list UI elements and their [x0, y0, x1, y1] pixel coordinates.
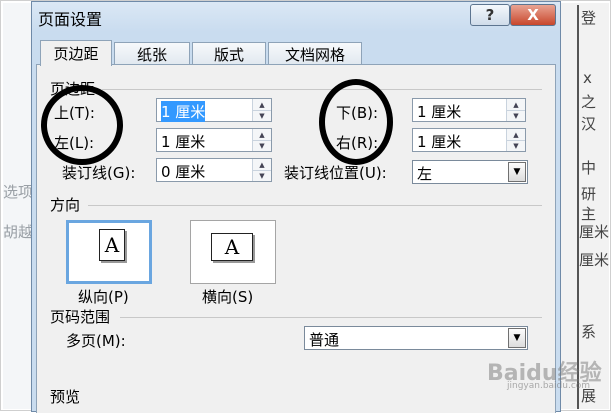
annotation-circle: [41, 85, 123, 165]
multiple-pages-select[interactable]: 普通 ▼: [304, 326, 528, 350]
spin-down-icon[interactable]: ▼: [253, 140, 271, 151]
right-margin-spinner[interactable]: 1 厘米 ▲ ▼: [412, 128, 526, 152]
landscape-label: 横向(S): [202, 288, 254, 306]
spin-down-icon[interactable]: ▼: [507, 110, 525, 121]
left-margin-spinner[interactable]: 1 厘米 ▲ ▼: [156, 128, 272, 152]
group-divider: [88, 205, 542, 206]
background-text: 系: [581, 323, 597, 341]
multiple-pages-label: 多页(M):: [66, 332, 126, 350]
background-text: 厘米: [579, 223, 610, 241]
group-divider: [120, 317, 542, 318]
gutter-value[interactable]: 0 厘米: [161, 161, 205, 182]
background-text: 厘米: [579, 251, 610, 269]
spinner-arrows: ▲ ▼: [506, 129, 525, 151]
spinner-arrows: ▲ ▼: [506, 99, 525, 121]
spin-down-icon[interactable]: ▼: [507, 140, 525, 151]
gutter-position-label: 装订线位置(U):: [284, 164, 387, 182]
background-text: x: [583, 69, 592, 87]
tab-document-grid[interactable]: 文档网格: [268, 42, 362, 66]
portrait-page-icon: A: [99, 229, 125, 261]
spin-down-icon[interactable]: ▼: [253, 170, 271, 181]
background-text: 研: [581, 185, 597, 203]
group-divider: [102, 89, 542, 90]
background-text: 胡越: [3, 223, 34, 241]
gutter-spinner[interactable]: 0 厘米 ▲ ▼: [156, 158, 272, 182]
preview-group-title: 预览: [50, 388, 81, 406]
background-document-right: 登 x 之 汉 中 研 主 厘米 厘米 系 展: [559, 3, 609, 409]
dialog-title: 页面设置: [38, 10, 103, 29]
right-margin-value[interactable]: 1 厘米: [417, 131, 461, 152]
watermark-url: jingyan.baidu.com: [507, 381, 591, 391]
left-margin-value[interactable]: 1 厘米: [161, 131, 205, 152]
background-text: 汉: [581, 115, 597, 133]
landscape-option[interactable]: A: [190, 220, 276, 284]
background-text: 中: [581, 159, 597, 177]
chevron-down-icon[interactable]: ▼: [508, 328, 526, 348]
orientation-group-title: 方向: [50, 196, 81, 214]
bottom-margin-spinner[interactable]: 1 厘米 ▲ ▼: [412, 98, 526, 122]
spin-down-icon[interactable]: ▼: [253, 110, 271, 121]
pages-group-title: 页码范围: [50, 308, 111, 326]
multiple-pages-value: 普通: [309, 331, 340, 349]
spinner-arrows: ▲ ▼: [252, 129, 271, 151]
gutter-position-value: 左: [417, 165, 433, 183]
background-text: 登: [581, 9, 597, 27]
top-margin-spinner[interactable]: 1 厘米 ▲ ▼: [156, 98, 272, 122]
background-text: 选项: [3, 183, 34, 201]
background-text: 之: [581, 93, 597, 111]
tab-margins[interactable]: 页边距: [40, 40, 112, 66]
annotation-circle: [319, 79, 393, 165]
landscape-page-icon: A: [211, 233, 253, 261]
help-button[interactable]: ?: [470, 4, 510, 26]
portrait-label: 纵向(P): [78, 288, 129, 306]
page-setup-dialog: 页面设置 ? X 页边距 纸张 版式 文档网格 页边距 上(T): 1 厘米 ▲…: [31, 1, 561, 413]
tab-layout[interactable]: 版式: [192, 42, 266, 66]
screenshot-frame: 选项 胡越 登 x 之 汉 中 研 主 厘米 厘米 系 展 页面设置 ? X 页…: [0, 0, 611, 413]
page-edge-line: [577, 5, 579, 409]
bottom-margin-value[interactable]: 1 厘米: [417, 101, 461, 122]
gutter-position-select[interactable]: 左 ▼: [412, 160, 528, 184]
spinner-arrows: ▲ ▼: [252, 99, 271, 121]
close-button[interactable]: X: [510, 4, 556, 26]
gutter-label: 装订线(G):: [62, 164, 136, 182]
tab-paper[interactable]: 纸张: [114, 42, 190, 66]
portrait-option[interactable]: A: [66, 220, 152, 284]
spinner-arrows: ▲ ▼: [252, 159, 271, 181]
top-margin-value[interactable]: 1 厘米: [161, 101, 206, 122]
chevron-down-icon[interactable]: ▼: [508, 162, 526, 182]
